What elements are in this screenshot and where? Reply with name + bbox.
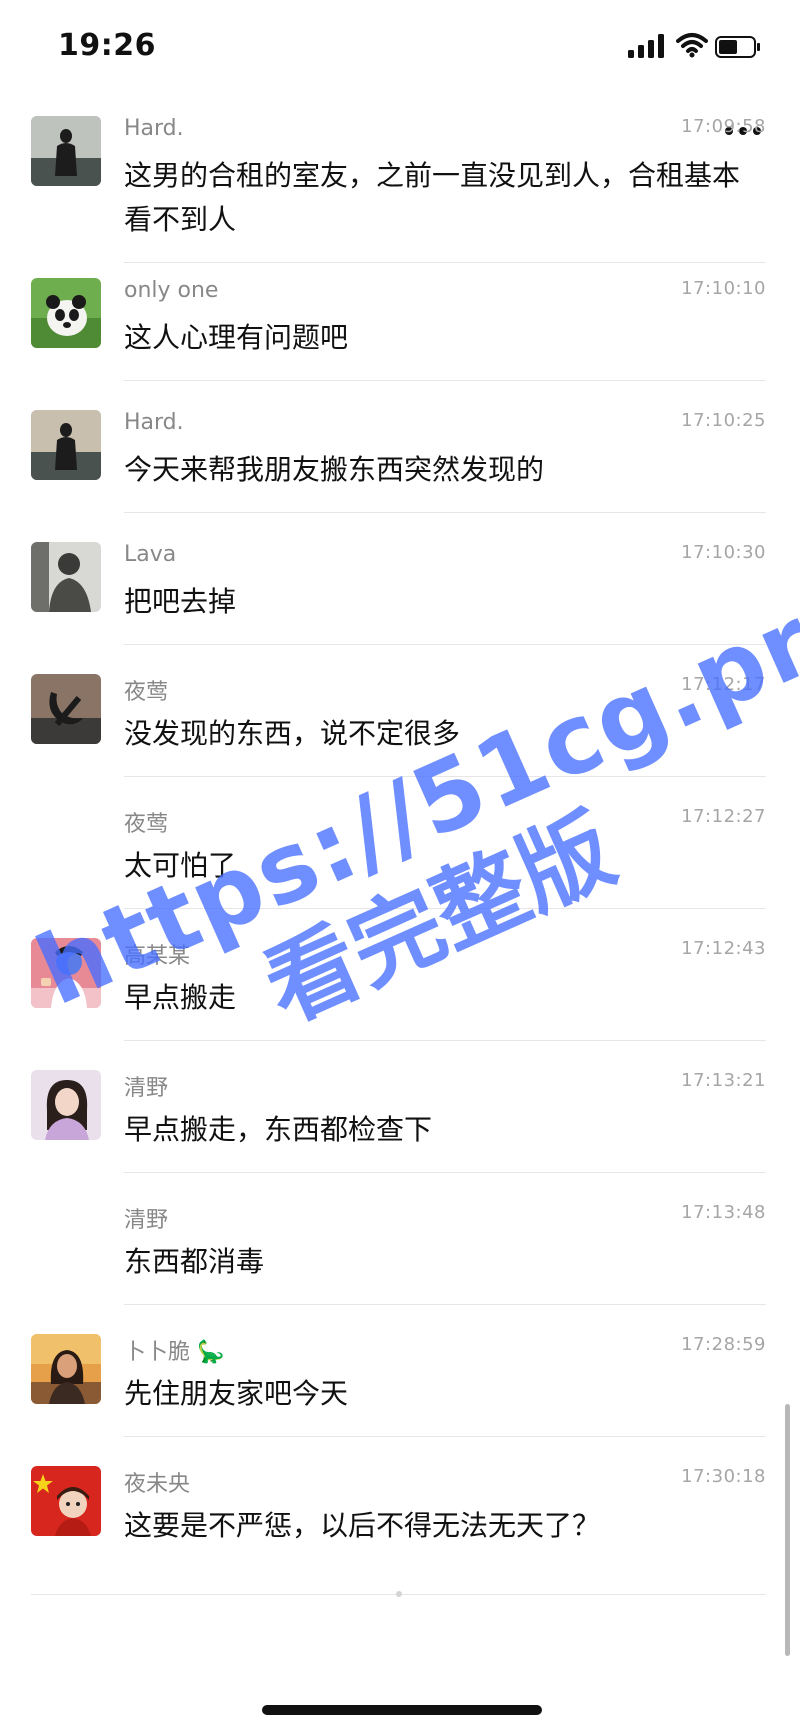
wifi-icon bbox=[676, 33, 708, 58]
sender-name: 夜莺 bbox=[124, 812, 169, 837]
message-time: 17:10:30 bbox=[681, 542, 766, 563]
message-text: 这要是不严惩，以后不得无法无天了？ bbox=[124, 1509, 601, 1542]
signal-icon bbox=[628, 34, 664, 58]
divider bbox=[124, 644, 766, 645]
scrollbar[interactable] bbox=[785, 1404, 790, 1656]
sender-name: 夜未央 bbox=[124, 1472, 191, 1497]
divider bbox=[124, 512, 766, 513]
message-time: 17:12:17 bbox=[681, 674, 766, 695]
message-time: 17:12:43 bbox=[681, 938, 766, 959]
divider bbox=[124, 1436, 766, 1437]
message-time: 17:10:25 bbox=[681, 410, 766, 431]
message-text: 东西都消毒 bbox=[124, 1245, 265, 1278]
sender-name: 卜卜脆 🦕 bbox=[124, 1340, 225, 1365]
message-time: 17:30:18 bbox=[681, 1466, 766, 1487]
cartoon-avatar[interactable] bbox=[31, 938, 101, 1008]
sender-name: Hard. bbox=[124, 116, 184, 141]
sender-name: 夜莺 bbox=[124, 680, 169, 705]
message-time: 17:13:48 bbox=[681, 1202, 766, 1223]
sender-name: 清野 bbox=[124, 1076, 169, 1101]
message-time: 17:13:21 bbox=[681, 1070, 766, 1091]
list-end-dot bbox=[396, 1591, 402, 1597]
flag-avatar[interactable] bbox=[31, 1466, 101, 1536]
message-time: 17:12:27 bbox=[681, 806, 766, 827]
message-text: 把吧去掉 bbox=[124, 585, 237, 618]
sender-name: 清野 bbox=[124, 1208, 169, 1233]
message-text: 没发现的东西，说不定很多 bbox=[124, 717, 461, 750]
divider bbox=[124, 262, 766, 263]
divider bbox=[124, 380, 766, 381]
sender-name: Lava bbox=[124, 542, 177, 567]
sender-name: Hard. bbox=[124, 410, 184, 435]
message-text: 早点搬走，东西都检查下 bbox=[124, 1113, 433, 1146]
message-time: 17:28:59 bbox=[681, 1334, 766, 1355]
battery-icon bbox=[715, 36, 760, 58]
divider bbox=[124, 1040, 766, 1041]
home-indicator[interactable] bbox=[262, 1705, 542, 1715]
message-text: 这男的合租的室友，之前一直没见到人，合租基本看不到人 bbox=[124, 159, 741, 236]
divider bbox=[124, 776, 766, 777]
sender-name: only one bbox=[124, 278, 219, 303]
girl-avatar[interactable] bbox=[31, 1070, 101, 1140]
message-text: 先住朋友家吧今天 bbox=[124, 1377, 349, 1410]
hard-avatar[interactable] bbox=[31, 116, 101, 186]
status-time: 19:26 bbox=[58, 28, 156, 63]
hammer-sickle-avatar[interactable] bbox=[31, 674, 101, 744]
message-text: 早点搬走 bbox=[124, 981, 237, 1014]
status-bar: 19:26 bbox=[0, 0, 800, 96]
hard-avatar[interactable] bbox=[31, 410, 101, 480]
sender-name: 高某某 bbox=[124, 944, 191, 969]
panda-avatar[interactable] bbox=[31, 278, 101, 348]
message-text: 今天来帮我朋友搬东西突然发现的 bbox=[124, 453, 545, 486]
divider bbox=[124, 908, 766, 909]
message-text: 太可怕了 bbox=[124, 849, 237, 882]
message-text: 这人心理有问题吧 bbox=[124, 321, 349, 354]
message-time: 17:09:58 bbox=[681, 116, 766, 137]
sunset-girl-avatar[interactable] bbox=[31, 1334, 101, 1404]
divider bbox=[124, 1304, 766, 1305]
divider bbox=[124, 1172, 766, 1173]
lava-avatar[interactable] bbox=[31, 542, 101, 612]
message-time: 17:10:10 bbox=[681, 278, 766, 299]
